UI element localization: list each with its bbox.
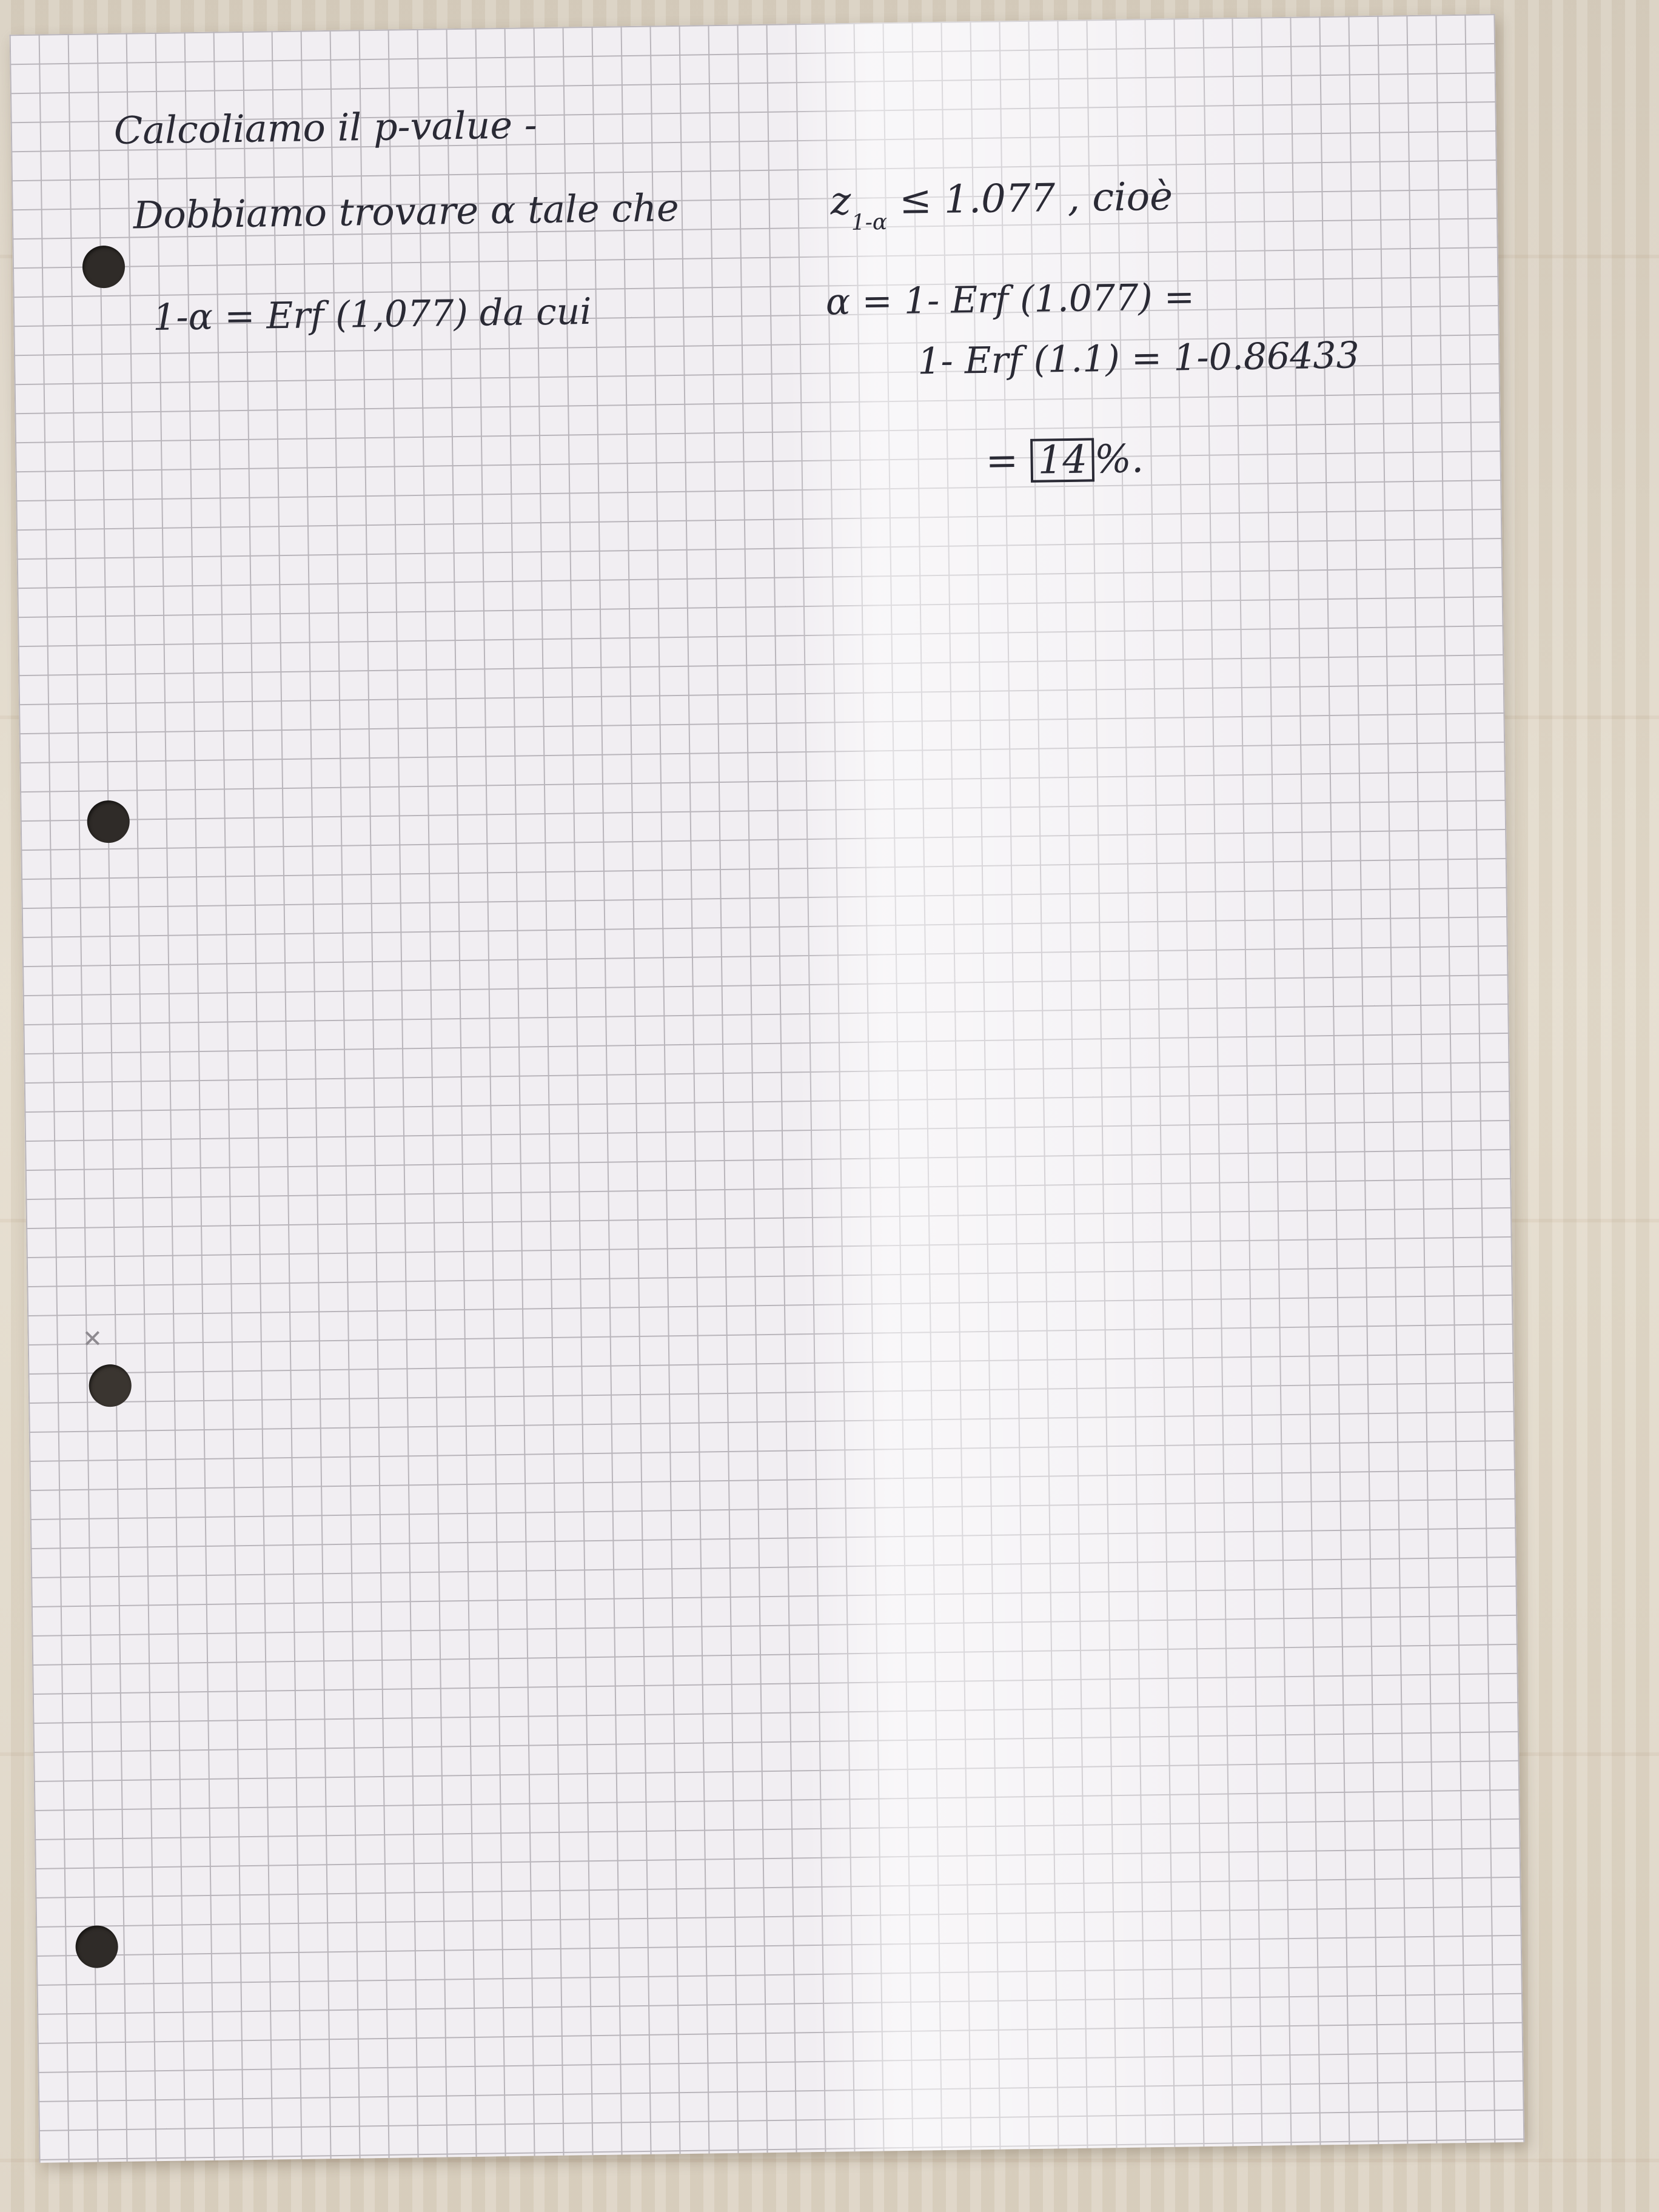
- result-percent: %.: [1094, 437, 1144, 483]
- grid-paper-sheet: ✕ Calcoliamo il p-value - Dobbiamo trova…: [9, 14, 1525, 2163]
- handwritten-line-2-inequality: z1-α ≤ 1.077 , cioè: [830, 174, 1173, 235]
- torn-hole-mark: ✕: [82, 1325, 103, 1353]
- handwritten-line-4: 1- Erf (1.1) = 1-0.86433: [917, 334, 1360, 383]
- handwritten-heading: Calcoliamo il p-value -: [113, 102, 538, 153]
- z-subscript: 1-α: [851, 210, 888, 235]
- punch-hole-4: [75, 1925, 119, 1969]
- punch-hole-3: [89, 1364, 132, 1407]
- punch-hole-1: [82, 245, 126, 289]
- punch-hole-2: [87, 800, 130, 843]
- handwritten-line-3-left: 1-α = Erf (1,077) da cui: [152, 290, 592, 340]
- handwritten-line-2-text: Dobbiamo trovare α tale che: [133, 185, 680, 238]
- result-boxed-value: 14: [1030, 438, 1095, 483]
- handwritten-line-3-right: α = 1- Erf (1.077) =: [825, 276, 1195, 324]
- inequality-rest: ≤ 1.077 , cioè: [899, 174, 1173, 223]
- handwritten-result: = 14%.: [985, 437, 1144, 484]
- z-symbol: z: [830, 178, 851, 224]
- result-equals: =: [985, 438, 1019, 484]
